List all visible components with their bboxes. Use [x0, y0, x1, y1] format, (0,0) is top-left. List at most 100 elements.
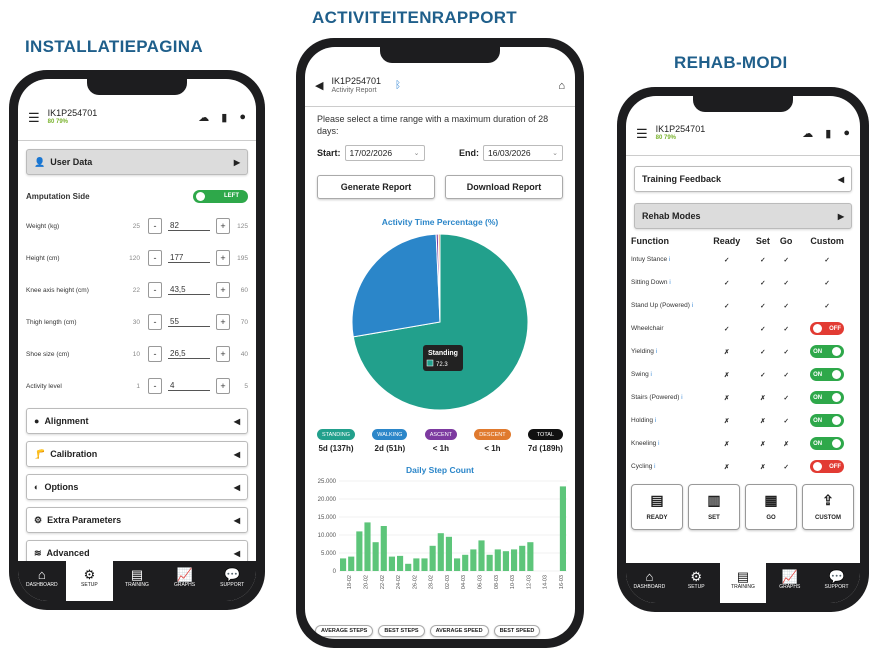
- bar[interactable]: [413, 558, 420, 571]
- custom-toggle[interactable]: OFF: [810, 460, 845, 473]
- section-alignment[interactable]: ● Alignment ◀: [26, 408, 248, 434]
- bar[interactable]: [364, 522, 371, 571]
- custom-toggle[interactable]: OFF: [810, 322, 845, 335]
- bar[interactable]: [380, 526, 387, 571]
- info-icon[interactable]: i: [681, 395, 682, 401]
- info-icon[interactable]: i: [692, 303, 693, 309]
- nav-training[interactable]: ▤ TRAINING: [719, 563, 767, 603]
- field-value-input[interactable]: 43,5: [168, 285, 210, 295]
- decrement-button[interactable]: -: [148, 250, 162, 266]
- nav-graphs[interactable]: 📈 GRAPHS: [766, 563, 813, 603]
- section-calibration[interactable]: 🦵 Calibration ◀: [26, 441, 248, 467]
- increment-button[interactable]: +: [216, 250, 230, 266]
- section-extra-parameters[interactable]: ⚙ Extra Parameters ◀: [26, 507, 248, 533]
- start-date-select[interactable]: 17/02/2026 ⌄: [344, 145, 425, 161]
- tab-average-speed[interactable]: AVERAGE SPEED: [429, 625, 489, 637]
- bar[interactable]: [356, 531, 363, 571]
- mode-button-set[interactable]: ▥ SET: [688, 484, 740, 530]
- bar[interactable]: [348, 556, 355, 571]
- increment-button[interactable]: +: [216, 282, 230, 298]
- menu-icon[interactable]: ☰: [636, 126, 648, 142]
- bar[interactable]: [519, 545, 526, 571]
- bar[interactable]: [421, 558, 428, 571]
- mode-button-go[interactable]: ▦ GO: [745, 484, 797, 530]
- increment-button[interactable]: +: [216, 346, 230, 362]
- nav-setup[interactable]: ⚙ SETUP: [673, 563, 720, 603]
- tab-best-speed[interactable]: BEST SPEED: [493, 625, 541, 637]
- mode-button-ready[interactable]: ▤ READY: [631, 484, 683, 530]
- tab-best-steps[interactable]: BEST STEPS: [378, 625, 425, 637]
- menu-icon[interactable]: ☰: [28, 110, 40, 126]
- info-icon[interactable]: i: [654, 464, 655, 470]
- decrement-button[interactable]: -: [148, 218, 162, 234]
- section-training-feedback[interactable]: Training Feedback ◀: [634, 166, 852, 192]
- info-icon[interactable]: i: [658, 441, 659, 447]
- bar[interactable]: [470, 549, 477, 571]
- info-icon[interactable]: i: [669, 280, 670, 286]
- bar[interactable]: [429, 545, 436, 571]
- field-value-input[interactable]: 177: [168, 253, 210, 263]
- custom-toggle[interactable]: ON: [810, 345, 845, 358]
- nav-training[interactable]: ▤ TRAINING: [113, 561, 161, 601]
- generate-report-button[interactable]: Generate Report: [317, 175, 435, 199]
- custom-toggle[interactable]: ON: [810, 391, 845, 404]
- home-icon[interactable]: ⌂: [558, 80, 565, 92]
- section-user-data[interactable]: 👤 User Data ▶: [26, 149, 248, 175]
- bar[interactable]: [397, 555, 404, 571]
- bar[interactable]: [486, 554, 493, 571]
- nav-dashboard[interactable]: ⌂ DASHBOARD: [18, 561, 66, 601]
- check-circle-icon[interactable]: ●: [843, 127, 850, 140]
- custom-toggle[interactable]: ON: [810, 414, 845, 427]
- bar[interactable]: [454, 558, 461, 571]
- bar[interactable]: [502, 551, 509, 571]
- bar[interactable]: [445, 536, 452, 571]
- bar[interactable]: [494, 549, 501, 571]
- end-date-select[interactable]: 16/03/2026 ⌄: [483, 145, 563, 161]
- nav-setup[interactable]: ⚙ SETUP: [65, 561, 114, 601]
- field-value-input[interactable]: 82: [168, 221, 210, 231]
- mode-button-custom[interactable]: ⇪ CUSTOM: [802, 484, 854, 530]
- section-rehab-modes[interactable]: Rehab Modes ▶: [634, 203, 852, 229]
- bar[interactable]: [559, 486, 566, 571]
- decrement-button[interactable]: -: [148, 378, 162, 394]
- custom-toggle[interactable]: ON: [810, 368, 845, 381]
- decrement-button[interactable]: -: [148, 346, 162, 362]
- info-icon[interactable]: i: [655, 418, 656, 424]
- increment-button[interactable]: +: [216, 218, 230, 234]
- back-icon[interactable]: ◀: [315, 79, 323, 92]
- decrement-button[interactable]: -: [148, 314, 162, 330]
- file-icon[interactable]: ▮: [825, 127, 831, 140]
- bar[interactable]: [478, 540, 485, 571]
- tab-average-steps[interactable]: AVERAGE STEPS: [315, 625, 374, 637]
- check-circle-icon[interactable]: ●: [239, 111, 246, 124]
- download-report-button[interactable]: Download Report: [445, 175, 563, 199]
- bar[interactable]: [405, 563, 412, 571]
- increment-button[interactable]: +: [216, 378, 230, 394]
- custom-toggle[interactable]: ON: [810, 437, 845, 450]
- increment-button[interactable]: +: [216, 314, 230, 330]
- cloud-icon[interactable]: ☁: [198, 111, 209, 124]
- info-icon[interactable]: i: [651, 372, 652, 378]
- info-icon[interactable]: i: [669, 257, 670, 263]
- cloud-icon[interactable]: ☁: [802, 127, 813, 140]
- bar[interactable]: [372, 542, 379, 571]
- section-options[interactable]: ◐ Options ◀: [26, 474, 248, 500]
- nav-graphs[interactable]: 📈 GRAPHS: [161, 561, 209, 601]
- bar[interactable]: [437, 533, 444, 571]
- field-value-input[interactable]: 55: [168, 317, 210, 327]
- amputation-side-toggle[interactable]: LEFT: [193, 189, 248, 203]
- bar[interactable]: [511, 549, 518, 571]
- decrement-button[interactable]: -: [148, 282, 162, 298]
- info-icon[interactable]: i: [656, 349, 657, 355]
- nav-support[interactable]: 💬 SUPPORT: [208, 561, 256, 601]
- bar[interactable]: [462, 554, 469, 571]
- file-icon[interactable]: ▮: [221, 111, 227, 124]
- field-value-input[interactable]: 26,5: [168, 349, 210, 359]
- nav-support[interactable]: 💬 SUPPORT: [813, 563, 860, 603]
- pie-slice-walking[interactable]: [351, 233, 441, 338]
- field-value-input[interactable]: 4: [168, 381, 210, 391]
- bar[interactable]: [527, 542, 534, 571]
- nav-dashboard[interactable]: ⌂ DASHBOARD: [626, 563, 673, 603]
- bar[interactable]: [388, 556, 395, 571]
- bar[interactable]: [340, 558, 347, 571]
